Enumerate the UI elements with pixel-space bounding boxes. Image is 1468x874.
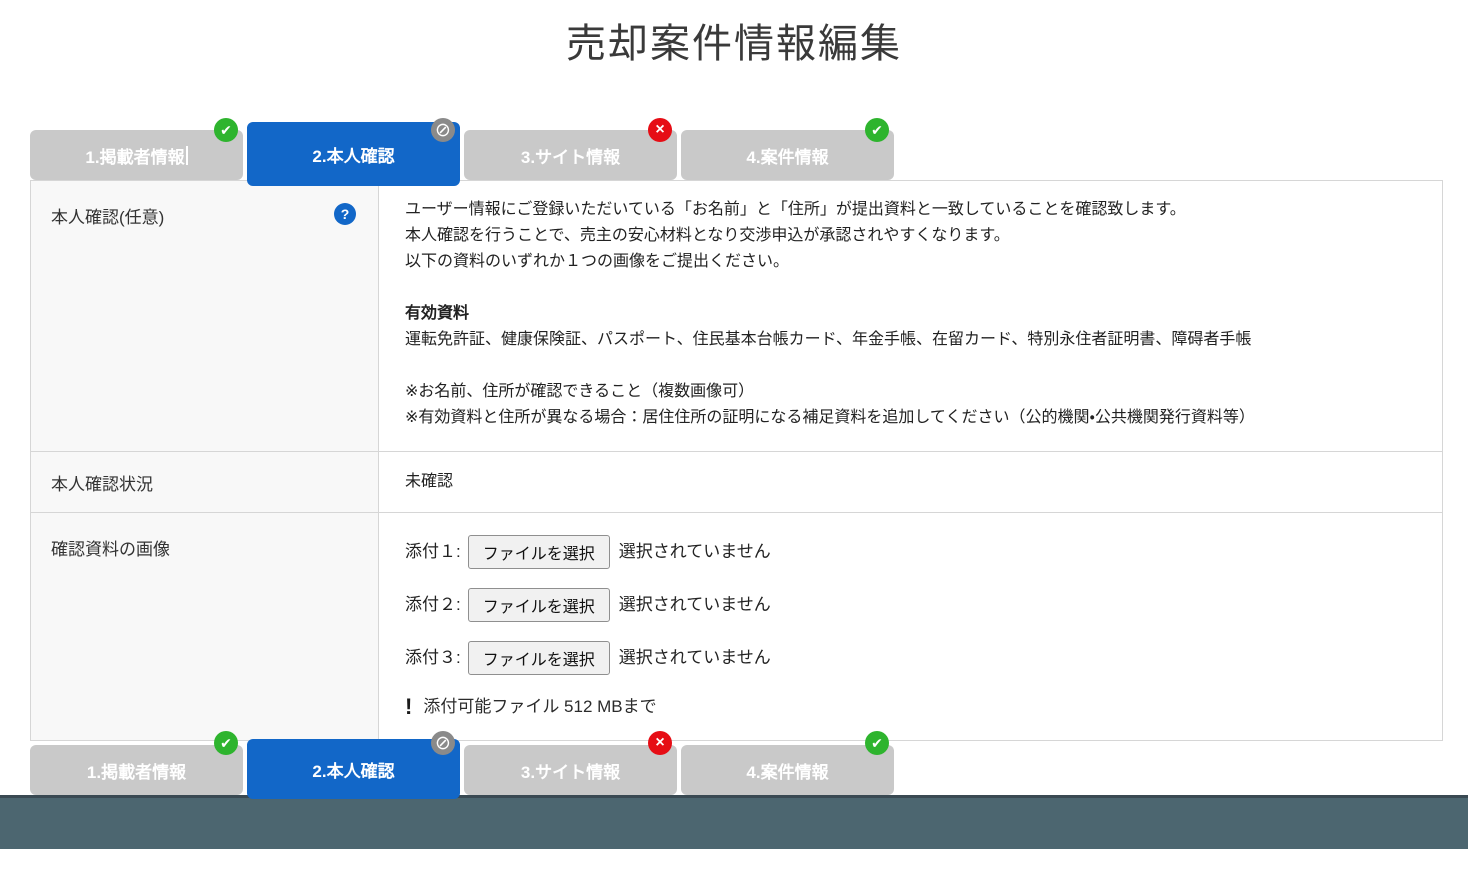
identity-verification-panel: 本人確認(任意) ? ユーザー情報にご登録いただいている「お名前」と「住所」が提… [30,180,1443,741]
attachments-label: 確認資料の画像 [51,540,170,559]
tab-identity-verification[interactable]: 2.本人確認 ⊘ [247,122,460,186]
identity-description-cell: ユーザー情報にご登録いただいている「お名前」と「住所」が提出資料と一致しているこ… [379,181,1442,451]
tab-bar-top: 1.掲載者情報 ✔ 2.本人確認 ⊘ 3.サイト情報 × 4.案件情報 ✔ [30,130,1443,180]
choose-file-button-3[interactable]: ファイルを選択 [468,641,610,675]
check-circle-icon: ✔ [865,118,889,142]
attachments-cell: 添付１: ファイルを選択 選択されていません 添付２: ファイルを選択 選択され… [379,513,1442,740]
valid-documents-heading: 有効資料 [405,301,1416,327]
tab-label: 4.案件情報 [746,143,828,168]
row-identity-description: 本人確認(任意) ? ユーザー情報にご登録いただいている「お名前」と「住所」が提… [31,181,1442,452]
tab-site-info[interactable]: 3.サイト情報 × [464,130,677,180]
check-circle-icon: ✔ [865,731,889,755]
file-input-3: 添付３: ファイルを選択 選択されていません [405,641,1416,675]
prohibited-circle-icon: ⊘ [431,118,455,142]
identity-label-cell: 本人確認(任意) ? [31,181,379,451]
file-input-label: 添付１: [405,539,461,565]
status-value: 未確認 [405,469,453,495]
identity-label: 本人確認(任意) [51,208,164,227]
exclamation-icon: ! [405,694,412,720]
error-circle-icon: × [648,731,672,755]
intro-line: ユーザー情報にご登録いただいている「お名前」と「住所」が提出資料と一致しているこ… [405,197,1416,223]
tab-project-info[interactable]: 4.案件情報 ✔ [681,130,894,180]
row-verification-status: 本人確認状況 未確認 [31,452,1442,513]
intro-line: 本人確認を行うことで、売主の安心材料となり交渉申込が承認されやすくなります。 [405,223,1416,249]
tab-bar-bottom: 1.掲載者情報 ✔ 2.本人確認 ⊘ 3.サイト情報 × 4.案件情報 ✔ [30,743,1443,795]
tab-project-info[interactable]: 4.案件情報 ✔ [681,745,894,795]
footer-bar [0,795,1468,849]
tab-label: 2.本人確認 [312,757,394,782]
tab-publisher-info[interactable]: 1.掲載者情報 ✔ [30,745,243,795]
file-input-2: 添付２: ファイルを選択 選択されていません [405,588,1416,622]
no-file-selected-text: 選択されていません [619,645,771,671]
file-input-label: 添付３: [405,645,461,671]
choose-file-button-1[interactable]: ファイルを選択 [468,535,610,569]
help-question-icon[interactable]: ? [334,203,356,225]
tab-publisher-info[interactable]: 1.掲載者情報 ✔ [30,130,243,180]
status-label: 本人確認状況 [51,470,153,495]
tab-label: 3.サイト情報 [521,758,620,783]
file-input-label: 添付２: [405,592,461,618]
row-attachments: 確認資料の画像 添付１: ファイルを選択 選択されていません 添付２: ファイル… [31,513,1442,740]
check-circle-icon: ✔ [214,118,238,142]
tab-label: 1.掲載者情報 [87,758,186,783]
tab-label: 2.本人確認 [312,142,394,167]
status-label-cell: 本人確認状況 [31,452,379,512]
status-value-cell: 未確認 [379,452,1442,512]
text-caret-artifact [186,146,188,165]
valid-documents: 有効資料 運転免許証、健康保険証、パスポート、住民基本台帳カード、年金手帳、在留… [405,301,1416,353]
attachment-size-warning: ! 添付可能ファイル 512 MBまで [405,694,1416,720]
tab-identity-verification[interactable]: 2.本人確認 ⊘ [247,739,460,799]
check-circle-icon: ✔ [214,731,238,755]
tab-site-info[interactable]: 3.サイト情報 × [464,745,677,795]
error-circle-icon: × [648,118,672,142]
identity-intro: ユーザー情報にご登録いただいている「お名前」と「住所」が提出資料と一致しているこ… [405,197,1416,275]
tab-label: 3.サイト情報 [521,143,620,168]
tab-label: 1.掲載者情報 [85,143,184,168]
prohibited-circle-icon: ⊘ [431,731,455,755]
attachments-label-cell: 確認資料の画像 [31,513,379,740]
no-file-selected-text: 選択されていません [619,539,771,565]
page-title: 売却案件情報編集 [0,20,1468,68]
identity-notes: ※お名前、住所が確認できること（複数画像可） ※有効資料と住所が異なる場合：居住… [405,379,1416,431]
note-line: ※お名前、住所が確認できること（複数画像可） [405,379,1416,405]
attachment-size-warning-text: 添付可能ファイル 512 MBまで [423,694,656,720]
tab-label: 4.案件情報 [746,758,828,783]
choose-file-button-2[interactable]: ファイルを選択 [468,588,610,622]
file-input-1: 添付１: ファイルを選択 選択されていません [405,535,1416,569]
note-line: ※有効資料と住所が異なる場合：居住住所の証明になる補足資料を追加してください（公… [405,405,1416,431]
no-file-selected-text: 選択されていません [619,592,771,618]
valid-documents-list: 運転免許証、健康保険証、パスポート、住民基本台帳カード、年金手帳、在留カード、特… [405,327,1416,353]
intro-line: 以下の資料のいずれか１つの画像をご提出ください。 [405,249,1416,275]
